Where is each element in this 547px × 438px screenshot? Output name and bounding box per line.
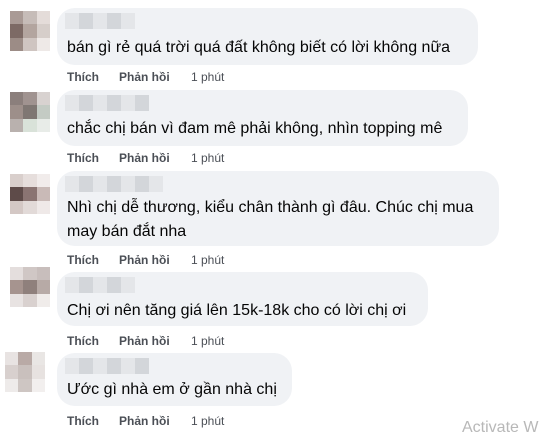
like-link[interactable]: Thích: [67, 413, 99, 429]
avatar-pixel: [5, 378, 19, 392]
comment-list: bán gì rẻ quá trời quá đất không biết có…: [0, 0, 547, 433]
name-pixel: [121, 358, 135, 374]
author-name[interactable]: [65, 358, 149, 374]
name-pixel: [79, 358, 93, 374]
avatar-pixel: [5, 352, 19, 366]
avatar-pixel: [18, 378, 32, 392]
avatar-pixel: [31, 365, 45, 379]
comment-bubble: Ước gì nhà em ở gần nhà chị: [57, 353, 292, 406]
avatar-pixel: [31, 352, 45, 366]
avatar-pixel: [31, 378, 45, 392]
name-pixel: [65, 358, 79, 374]
avatar-pixel: [18, 365, 32, 379]
name-pixel: [135, 358, 149, 374]
comment-text: Ước gì nhà em ở gần nhà chị: [67, 378, 277, 402]
name-pixel: [107, 358, 121, 374]
name-pixel: [93, 358, 107, 374]
activate-windows-watermark: Activate W: [462, 419, 539, 436]
comment-item: Ước gì nhà em ở gần nhà chị Thích Phản h…: [0, 0, 547, 433]
timestamp[interactable]: 1 phút: [191, 413, 224, 429]
avatar-pixel: [18, 352, 32, 366]
avatar-pixel: [5, 365, 19, 379]
reply-link[interactable]: Phản hồi: [119, 413, 170, 429]
avatar[interactable]: [5, 352, 45, 392]
comment-text-line: Ước gì nhà em ở gần nhà chị: [67, 381, 277, 398]
